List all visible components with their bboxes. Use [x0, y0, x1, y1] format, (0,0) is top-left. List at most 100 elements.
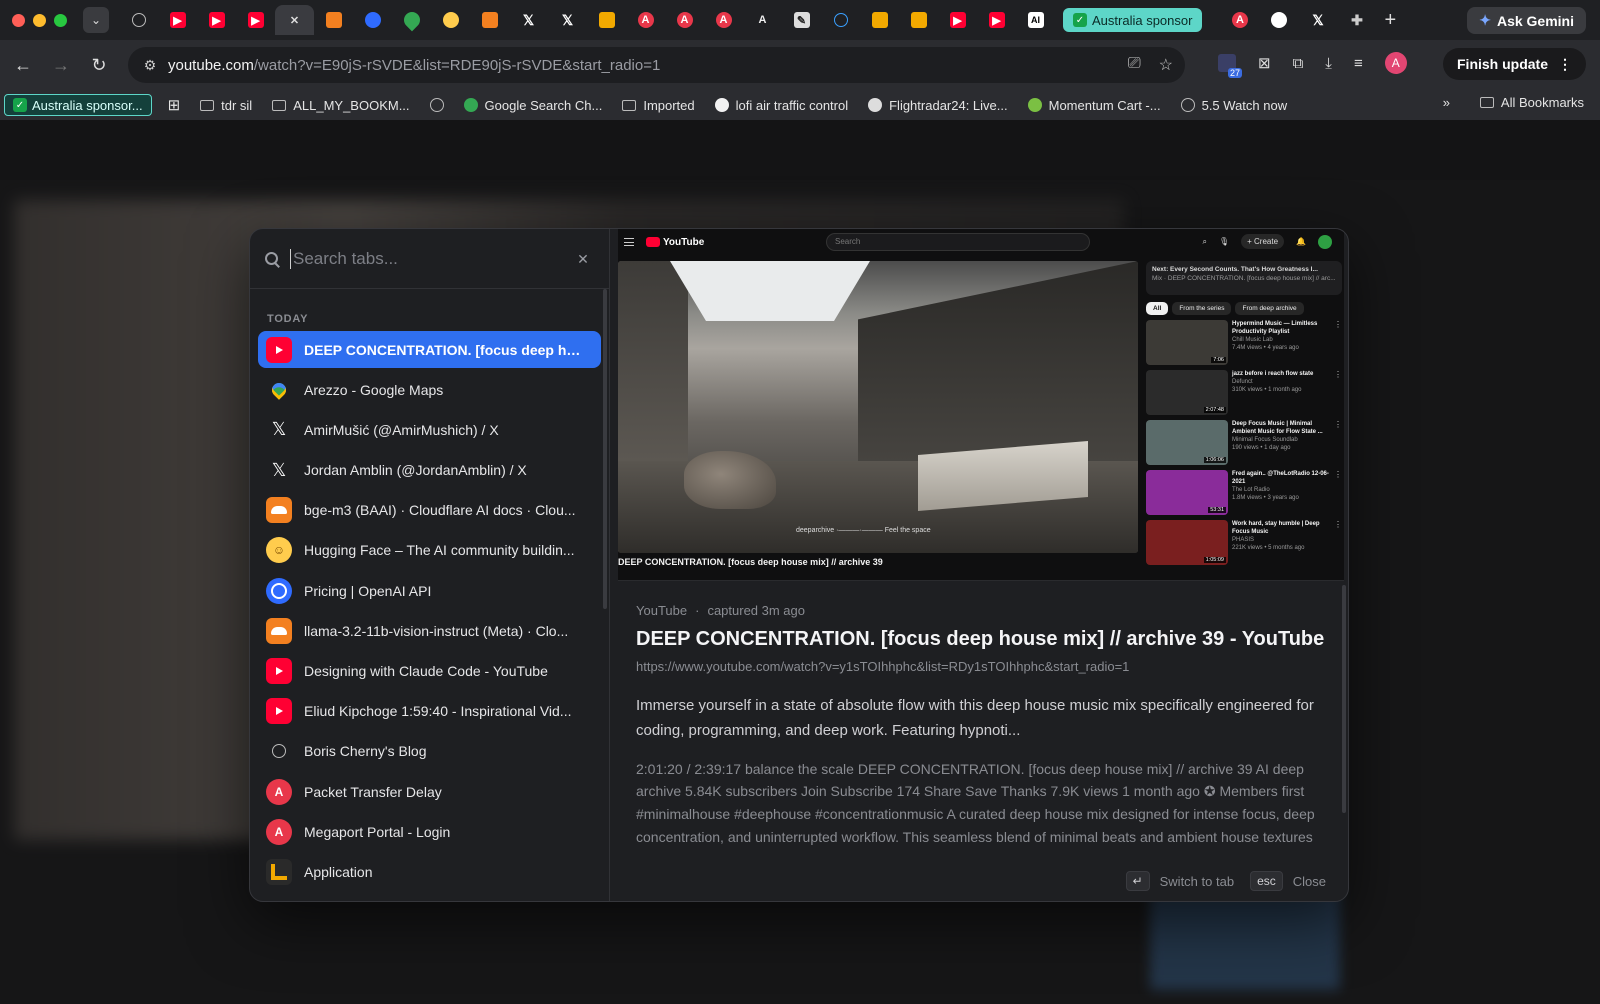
close-window-button[interactable]	[12, 13, 25, 27]
tab-list-item[interactable]: Boris Cherny's Blog	[258, 733, 601, 770]
bookmark-item[interactable]: Flightradar24: Live...	[868, 98, 1008, 113]
tab-youtube[interactable]: ▶	[236, 5, 275, 35]
tab-list-item[interactable]: 𝕏 Jordan Amblin (@JordanAmblin) / X	[258, 452, 601, 489]
install-app-icon[interactable]: ⎚	[1128, 55, 1141, 75]
folder-icon	[1479, 97, 1494, 108]
bookmark-item[interactable]: tdr sil	[200, 98, 252, 113]
tab-megaport[interactable]: A	[665, 5, 704, 35]
tab-list-item[interactable]: Eliud Kipchoge 1:59:40 - Inspirational V…	[258, 693, 601, 730]
all-bookmarks-folder[interactable]: All Bookmarks	[1479, 95, 1584, 110]
tab-list-item[interactable]: ☺ Hugging Face – The AI community buildin…	[258, 532, 601, 569]
mini-chips: All From the series From deep archive	[1146, 302, 1342, 315]
megaport-icon: A	[1231, 12, 1248, 28]
bookmark-item[interactable]: Google Search Ch...	[463, 97, 603, 113]
tab-x[interactable]: 𝕏	[1298, 5, 1337, 35]
bookmark-label: Google Search Ch...	[484, 97, 603, 113]
search-tabs-input[interactable]	[290, 248, 560, 269]
tab-youtube[interactable]: ▶	[197, 5, 236, 35]
tab-x[interactable]: 𝕏	[509, 5, 548, 35]
minimize-window-button[interactable]	[33, 13, 46, 27]
back-button[interactable]: ←	[4, 55, 42, 76]
group-label-today: TODAY	[267, 313, 309, 325]
tab-github[interactable]	[1259, 5, 1298, 35]
tab-list-item[interactable]: A Packet Transfer Delay	[258, 773, 601, 810]
tab-c[interactable]	[821, 5, 860, 35]
active-tab[interactable]: ✕	[275, 5, 314, 35]
bookmark-item[interactable]: Imported	[622, 98, 695, 113]
tab-x[interactable]: 𝕏	[548, 5, 587, 35]
more-bookmarks-button[interactable]: »	[1443, 95, 1450, 110]
tab-openai[interactable]	[353, 5, 392, 35]
bookmark-item[interactable]: lofi air traffic control	[714, 98, 848, 113]
mini-related-list: 7:06 Hypermind Music — Limitless Producti…	[1146, 320, 1342, 565]
tab-app[interactable]	[899, 5, 938, 35]
bookmark-australia-sponsor[interactable]: ✓ Australia sponsor...	[4, 94, 152, 116]
switch-to-tab-button[interactable]: Switch to tab	[1160, 874, 1234, 889]
ask-gemini-button[interactable]: ✦ Ask Gemini	[1467, 7, 1586, 34]
globe-icon	[1180, 98, 1195, 112]
maximize-window-button[interactable]	[54, 13, 67, 27]
tab-list-item[interactable]: Designing with Claude Code - YouTube	[258, 653, 601, 690]
forward-button[interactable]: →	[42, 55, 80, 76]
download-icon[interactable]: ⤓	[1325, 55, 1332, 72]
tab-app[interactable]	[587, 5, 626, 35]
tab-megaport[interactable]: A	[704, 5, 743, 35]
tab-megaport[interactable]: A	[1220, 5, 1259, 35]
mini-duration: 1:05:09	[1203, 557, 1226, 563]
bookmark-star-icon[interactable]: ☆	[1159, 55, 1173, 75]
bookmark-item[interactable]	[429, 98, 444, 113]
close-dialog-button[interactable]: Close	[1293, 874, 1326, 889]
tab-list-item[interactable]: DEEP CONCENTRATION. [focus deep ho...	[258, 331, 601, 368]
tab-megaport[interactable]: A	[626, 5, 665, 35]
profile-avatar[interactable]: A	[1384, 52, 1407, 74]
tab-pen[interactable]: ✎	[782, 5, 821, 35]
tab-list-scrollbar[interactable]	[603, 289, 607, 609]
media-control-icon[interactable]: ≡	[1354, 55, 1363, 72]
bookmark-item[interactable]: 5.5 Watch now	[1180, 98, 1287, 113]
finish-update-button[interactable]: Finish update ⋮	[1443, 48, 1586, 80]
tab-search-button[interactable]: ⌄	[83, 7, 109, 33]
tab-strip: ⌄ ▶ ▶ ▶ ✕ 𝕏 𝕏 A A A A ✎ ▶ ▶ AI ✓ Australia sponsor A 𝕏…	[0, 0, 1600, 40]
close-tab-icon[interactable]: ✕	[287, 12, 303, 28]
tab-ai[interactable]: AI	[1016, 5, 1055, 35]
tab-cloudflare[interactable]	[470, 5, 509, 35]
url-text[interactable]: youtube.com/watch?v=E90jS-rSVDE&list=RDE…	[168, 57, 660, 74]
tab-app[interactable]	[860, 5, 899, 35]
tab-hugging-face[interactable]	[431, 5, 470, 35]
tab-list-item[interactable]: Pricing | OpenAI API	[258, 572, 601, 609]
tab-youtube[interactable]: ▶	[938, 5, 977, 35]
puzzle-icon[interactable]: ⧉	[1293, 55, 1304, 72]
more-menu-icon[interactable]: ⋮	[1558, 56, 1572, 73]
tab-list-item[interactable]: Application	[258, 853, 601, 890]
tab-list-item[interactable]: llama-3.2-11b-vision-instruct (Meta) · C…	[258, 612, 601, 649]
pen-icon: ✎	[793, 12, 810, 28]
new-tab-button[interactable]: +	[1384, 9, 1396, 32]
tab-globe[interactable]	[119, 5, 158, 35]
tab-list-item[interactable]: A Megaport Portal - Login	[258, 813, 601, 850]
calendar-extension-icon[interactable]: 27	[1218, 54, 1242, 78]
mini-search-box: Search	[826, 233, 1090, 251]
tab-a[interactable]: A	[743, 5, 782, 35]
youtube-logo: YouTube	[646, 237, 704, 248]
tab-youtube[interactable]: ▶	[977, 5, 1016, 35]
address-bar[interactable]: ⚙ youtube.com/watch?v=E90jS-rSVDE&list=R…	[128, 47, 1185, 83]
tab-cloudflare[interactable]	[314, 5, 353, 35]
globe-icon	[429, 98, 444, 112]
bookmark-item[interactable]: ALL_MY_BOOKM...	[272, 98, 410, 113]
extension-icon[interactable]: ⊠	[1258, 54, 1271, 72]
bookmark-item[interactable]: Momentum Cart -...	[1027, 98, 1161, 113]
reload-button[interactable]: ↻	[80, 55, 118, 76]
tab-maps[interactable]	[392, 5, 431, 35]
tab-title: bge-m3 (BAAI) · Cloudflare AI docs · Clo…	[304, 502, 576, 519]
tab-australia-sponsor[interactable]: ✓ Australia sponsor	[1063, 8, 1203, 32]
clear-search-button[interactable]: ✕	[573, 249, 593, 269]
tab-list-item[interactable]: bge-m3 (BAAI) · Cloudflare AI docs · Clo…	[258, 492, 601, 529]
tab-list-item[interactable]: 𝕏 AmirMušić (@AmirMushich) / X	[258, 411, 601, 448]
apps-grid-icon[interactable]: ⊞	[168, 96, 181, 114]
preview-scrollbar[interactable]	[1342, 585, 1346, 813]
tab-extensions[interactable]: ✚	[1337, 5, 1376, 35]
tab-list-item[interactable]: Arezzo - Google Maps	[258, 371, 601, 408]
tab-youtube[interactable]: ▶	[158, 5, 197, 35]
youtube-icon: ▶	[988, 12, 1005, 28]
site-settings-icon[interactable]: ⚙	[138, 57, 162, 74]
